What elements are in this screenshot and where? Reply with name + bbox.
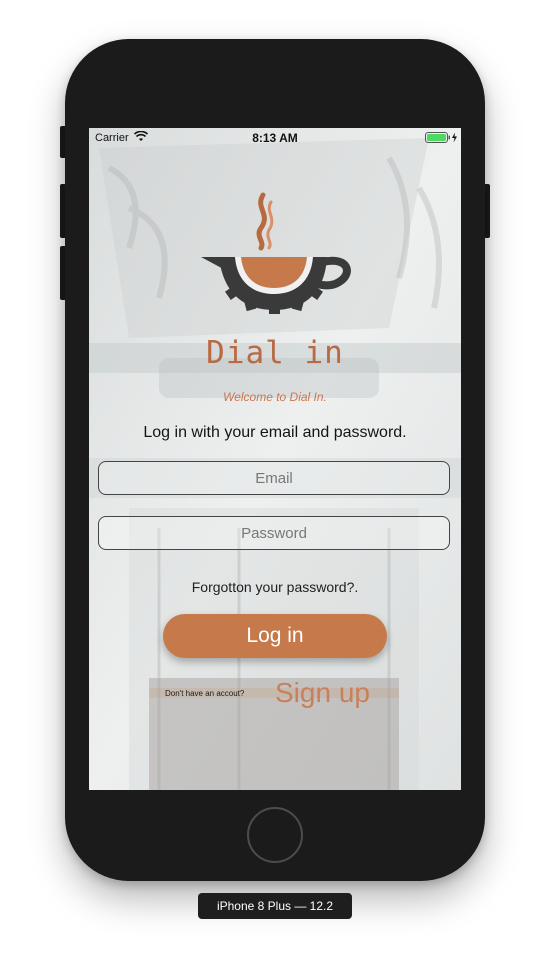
- forgot-password-link[interactable]: Forgotton your password?.: [89, 579, 461, 595]
- no-account-label: Don't have an accout?: [165, 689, 245, 698]
- login-button[interactable]: Log in: [163, 614, 387, 658]
- home-button[interactable]: [247, 807, 303, 863]
- status-bar: Carrier 8:13 AM: [89, 128, 461, 148]
- app-screen: Carrier 8:13 AM Dial in Welcome to Dial …: [89, 128, 461, 790]
- email-field[interactable]: [98, 461, 450, 495]
- battery-charging-icon: [425, 132, 457, 143]
- welcome-message: Welcome to Dial In.: [223, 390, 327, 404]
- login-instructions: Log in with your email and password.: [143, 424, 407, 441]
- app-title: Dial in: [206, 335, 344, 371]
- password-field[interactable]: [98, 516, 450, 550]
- clock: 8:13 AM: [252, 131, 298, 145]
- coffee-cup-gear-logo: [201, 192, 351, 314]
- device-label: iPhone 8 Plus — 12.2: [198, 893, 352, 919]
- signup-button[interactable]: Sign up: [275, 677, 370, 709]
